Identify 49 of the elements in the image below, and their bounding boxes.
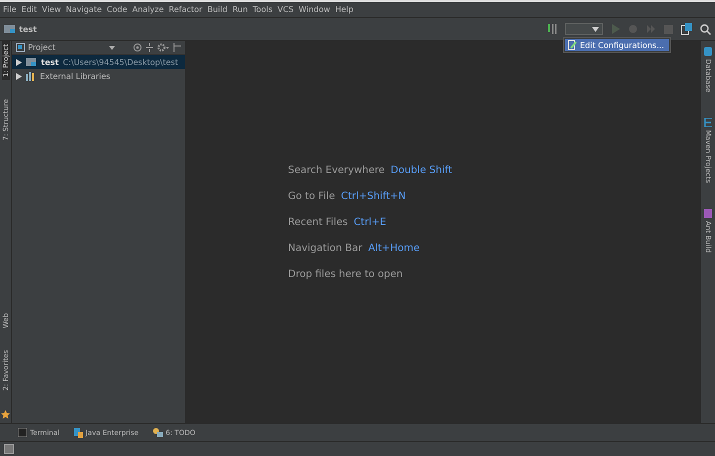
todo-icon — [152, 428, 163, 437]
hint-label: Go to File — [288, 190, 335, 202]
hint-label: Drop files here to open — [288, 268, 403, 280]
project-icon — [16, 43, 25, 52]
panel-title[interactable]: Project — [16, 43, 56, 52]
gear-icon[interactable] — [157, 43, 169, 52]
run-config-dropdown[interactable] — [565, 23, 603, 35]
star-icon — [1, 410, 10, 419]
menu-item[interactable]: Build — [207, 5, 228, 14]
hint-label: Recent Files — [288, 216, 348, 228]
menu-item[interactable]: View — [42, 5, 61, 14]
folder-icon — [4, 24, 16, 34]
collapse-icon[interactable] — [146, 43, 153, 52]
shortcut-text: Ctrl+Shift+N — [341, 190, 406, 202]
shortcut-text: Alt+Home — [368, 242, 420, 254]
edit-icon — [568, 40, 577, 50]
tree-item[interactable]: External Libraries — [12, 69, 185, 83]
hint-label: Search Everywhere — [288, 164, 385, 176]
caret-icon[interactable] — [109, 46, 115, 50]
project-structure-icon[interactable] — [681, 23, 692, 35]
menu-item[interactable]: Run — [232, 5, 248, 14]
menu-item[interactable]: Edit — [21, 5, 37, 14]
menu-item[interactable]: Navigate — [66, 5, 102, 14]
locate-icon[interactable] — [133, 43, 142, 52]
shortcut-text: Double Shift — [390, 164, 452, 176]
database-icon — [704, 47, 712, 56]
terminal-icon — [18, 428, 27, 437]
maven-icon — [704, 118, 712, 128]
library-icon — [26, 72, 36, 80]
menu-item[interactable]: File — [3, 5, 16, 14]
search-icon[interactable] — [700, 24, 711, 34]
shortcut-text: Ctrl+E — [354, 216, 386, 228]
menu-item[interactable]: Help — [335, 5, 354, 14]
menu-item[interactable]: Edit Configurations... — [565, 39, 670, 51]
caret-icon — [592, 26, 599, 32]
enterprise-icon — [74, 428, 83, 438]
folder-icon — [26, 58, 37, 66]
breadcrumb[interactable]: test — [4, 24, 37, 34]
menu-item[interactable]: Code — [106, 5, 128, 14]
tree-item[interactable]: test C:\Users\94545\Desktop\test — [12, 55, 185, 69]
menu-item[interactable]: VCS — [278, 5, 294, 14]
menu-item[interactable]: Tools — [252, 5, 272, 14]
menu-item[interactable]: Window — [298, 5, 330, 14]
build-icon[interactable] — [547, 23, 557, 35]
ant-icon — [704, 209, 712, 218]
menu-item[interactable]: Analyze — [132, 5, 164, 14]
hint-label: Navigation Bar — [288, 242, 362, 254]
menu-item[interactable]: Refactor — [168, 5, 202, 14]
hide-icon[interactable] — [173, 43, 181, 52]
